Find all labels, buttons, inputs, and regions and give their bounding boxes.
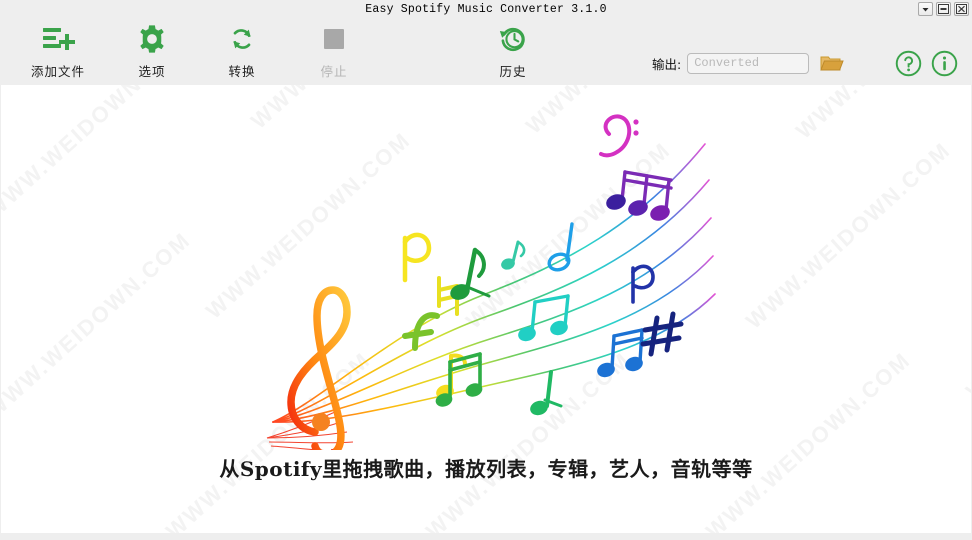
drop-area[interactable]: WWW.WEIDOWN.COM WWW.WEIDOWN.COM WWW.WEID… <box>1 85 971 533</box>
gear-icon <box>140 25 164 53</box>
minimize-button[interactable] <box>936 2 951 16</box>
dropdown-button[interactable] <box>918 2 933 16</box>
options-button[interactable]: 选项 <box>104 22 200 80</box>
title-bar: Easy Spotify Music Converter 3.1.0 <box>0 0 972 18</box>
history-button[interactable]: 历史 <box>465 22 561 80</box>
window-controls <box>918 2 969 16</box>
browse-folder-button[interactable] <box>819 51 845 75</box>
bottom-strip <box>0 533 972 540</box>
main-toolbar: 添加文件 选项 转换 停止 历史 输出: Converted <box>0 18 972 85</box>
output-folder-group: 输出: <box>652 51 845 75</box>
add-files-button[interactable]: 添加文件 <box>10 22 106 80</box>
stop-square-icon <box>324 29 344 49</box>
watermark-text: WWW.WEIDOWN.COM <box>701 347 916 533</box>
watermark-text: WWW.WEIDOWN.COM <box>1 227 196 424</box>
stop-square-icon-wrap <box>321 22 347 56</box>
history-clock-icon-wrap <box>498 22 528 56</box>
add-files-icon <box>43 28 75 50</box>
watermark-text: WWW.WEIDOWN.COM <box>1 85 196 224</box>
watermark-text: WWW.WEIDOWN.COM <box>961 207 971 404</box>
application-window: Easy Spotify Music Converter 3.1.0 添加文件 … <box>0 0 972 540</box>
window-title: Easy Spotify Music Converter 3.1.0 <box>365 2 607 16</box>
add-files-icon-wrap <box>41 22 75 56</box>
watermark-text: WWW.WEIDOWN.COM <box>791 85 971 144</box>
refresh-icon <box>233 29 251 49</box>
refresh-icon-wrap <box>227 22 257 56</box>
help-circle-icon[interactable] <box>895 50 922 77</box>
output-label: 输出: <box>652 56 682 72</box>
convert-label: 转换 <box>228 64 256 79</box>
gear-icon-wrap <box>137 22 167 56</box>
watermark-text: WWW.WEIDOWN.COM <box>741 137 956 334</box>
chevron-down-icon <box>922 7 929 11</box>
options-label: 选项 <box>138 64 166 79</box>
output-path-input[interactable] <box>687 52 810 74</box>
minimize-icon <box>938 4 949 14</box>
history-label: 历史 <box>499 64 527 79</box>
stop-label: 停止 <box>320 64 348 79</box>
history-clock-icon <box>499 27 525 52</box>
stop-button[interactable]: 停止 <box>286 22 382 80</box>
convert-button[interactable]: 转换 <box>194 22 290 80</box>
help-info-group <box>895 50 958 77</box>
add-files-label: 添加文件 <box>30 64 85 79</box>
music-illustration <box>266 114 716 450</box>
close-button[interactable] <box>954 2 969 16</box>
folder-icon <box>820 56 844 71</box>
info-circle-icon[interactable] <box>931 50 958 77</box>
drag-hint-text: 从Spotify里拖拽歌曲，播放列表，专辑，艺人，音轨等等 <box>219 457 753 481</box>
close-icon <box>956 4 967 14</box>
